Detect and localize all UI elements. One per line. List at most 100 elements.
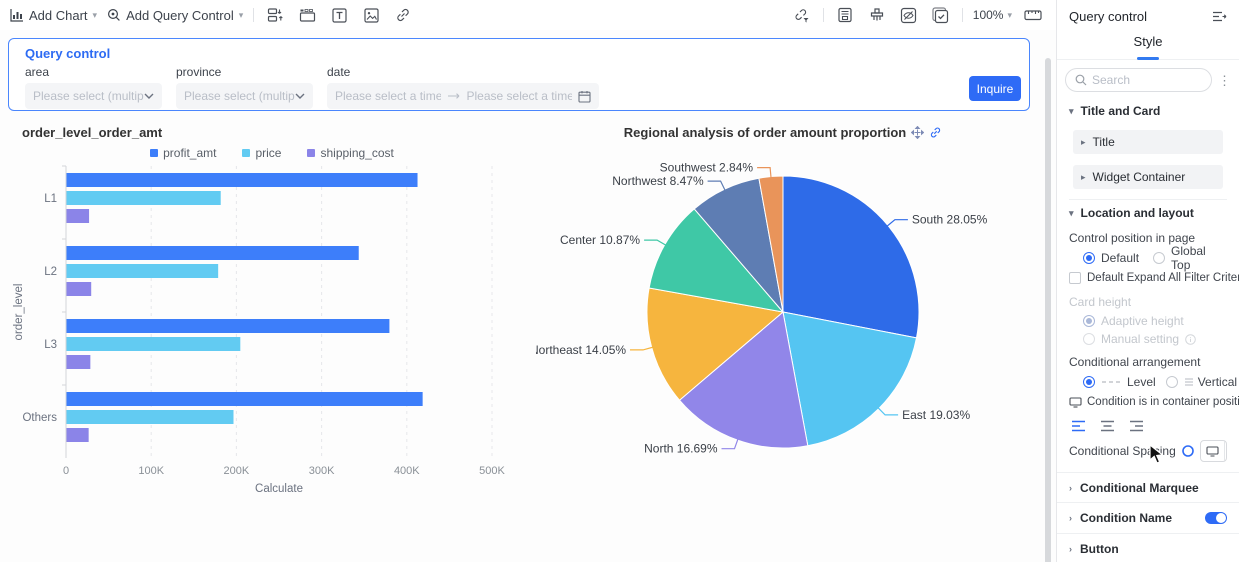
align-left-icon[interactable] xyxy=(1071,420,1086,432)
tab-block-icon[interactable] xyxy=(296,4,318,26)
tab-style[interactable]: Style xyxy=(1132,32,1165,59)
query-control-card[interactable]: Query control area Please select (multip… xyxy=(8,38,1030,111)
legend-swatch xyxy=(150,149,159,157)
zoom-level-value: 100% xyxy=(972,8,1004,22)
search-input[interactable] xyxy=(1092,73,1192,87)
image-icon[interactable] xyxy=(360,4,382,26)
svg-text:0: 0 xyxy=(63,465,69,477)
component-swap-icon[interactable] xyxy=(264,4,286,26)
arrow-right-icon xyxy=(447,92,461,100)
chevron-down-icon: ▾ xyxy=(92,9,98,20)
radio-global-top[interactable] xyxy=(1153,252,1166,264)
canvas-scrollbar[interactable] xyxy=(1045,58,1051,562)
radio-vertical[interactable] xyxy=(1165,376,1178,388)
spacing-input-group: 7 px xyxy=(1199,440,1227,462)
brush-icon[interactable] xyxy=(866,4,888,26)
section-conditional-marquee[interactable]: › Conditional Marquee xyxy=(1057,472,1239,503)
level-label: Level xyxy=(1127,375,1156,389)
svg-text:L3: L3 xyxy=(44,339,57,351)
section-condition-name[interactable]: › Condition Name xyxy=(1057,503,1239,534)
add-query-control-label: Add Query Control xyxy=(126,7,234,23)
card-height-label: Card height xyxy=(1069,295,1132,309)
monitor-icon[interactable] xyxy=(1201,441,1225,461)
section-button[interactable]: › Button xyxy=(1057,534,1239,562)
check-square-icon[interactable] xyxy=(930,4,952,26)
eye-off-icon[interactable] xyxy=(898,4,920,26)
section-location-layout[interactable]: ▾ Location and layout xyxy=(1069,200,1227,226)
date-start-placeholder: Please select a time xyxy=(335,89,441,103)
ruler-icon[interactable] xyxy=(1022,4,1044,26)
date-field-group: date Please select a time Please select … xyxy=(327,65,599,109)
magnifier-icon xyxy=(107,8,121,22)
link-icon[interactable] xyxy=(929,126,942,139)
svg-text:Northwest 8.47%: Northwest 8.47% xyxy=(612,174,704,188)
align-right-icon[interactable] xyxy=(1129,420,1144,432)
add-chart-button[interactable]: Add Chart ▾ xyxy=(10,8,97,23)
svg-text:200K: 200K xyxy=(224,465,250,477)
conditional-spacing-label: Conditional Spacing xyxy=(1069,444,1176,458)
monitor-icon xyxy=(1069,396,1082,408)
toolbar-divider xyxy=(822,8,824,22)
legend-label: shipping_cost xyxy=(320,146,394,160)
dashboard-canvas: Query control area Please select (multip… xyxy=(0,30,1056,562)
bar-chart-widget[interactable]: order_level_order_amt profit_amt price s… xyxy=(8,112,536,503)
legend-item[interactable]: profit_amt xyxy=(150,146,216,160)
radio-manual-setting[interactable] xyxy=(1083,333,1095,345)
collapse-panel-icon[interactable] xyxy=(1212,10,1227,23)
sync-icon[interactable] xyxy=(1181,444,1195,458)
legend-swatch xyxy=(307,149,316,157)
date-range-input[interactable]: Please select a time Please select a tim… xyxy=(327,83,599,109)
row-label: Widget Container xyxy=(1092,170,1186,184)
radio-level[interactable] xyxy=(1083,376,1095,388)
align-center-icon[interactable] xyxy=(1100,420,1115,432)
area-field-group: area Please select (multiple ... xyxy=(25,65,162,109)
date-label: date xyxy=(327,65,351,79)
section-title-and-card[interactable]: ▾ Title and Card xyxy=(1069,98,1227,124)
svg-text:East 19.03%: East 19.03% xyxy=(902,408,970,422)
linkage-filter-icon[interactable] xyxy=(791,4,813,26)
move-icon[interactable] xyxy=(911,126,925,139)
info-icon xyxy=(1185,333,1196,345)
svg-text:South 28.05%: South 28.05% xyxy=(912,213,988,227)
chevron-down-icon: ▾ xyxy=(1069,207,1074,218)
radio-adaptive-height[interactable] xyxy=(1083,315,1095,327)
row-title[interactable]: ▸ Title xyxy=(1073,130,1223,154)
chevron-down-icon xyxy=(144,93,154,100)
link-icon[interactable] xyxy=(392,4,414,26)
legend-item[interactable]: price xyxy=(242,146,281,160)
spacing-value-input[interactable]: 7 xyxy=(1225,441,1226,461)
section-label: Title and Card xyxy=(1080,104,1161,118)
form-settings-icon[interactable] xyxy=(834,4,856,26)
text-icon[interactable] xyxy=(328,4,350,26)
pie-chart-plot: South 28.05% East 19.03% North 16.69% North… xyxy=(530,161,988,456)
svg-text:order_level: order_level xyxy=(13,284,25,341)
section-label: Location and layout xyxy=(1080,206,1194,220)
condition-container-label: Condition is in container position xyxy=(1087,396,1239,408)
conditional-arrangement-label: Conditional arrangement xyxy=(1069,355,1201,369)
toolbar-divider xyxy=(253,8,255,22)
pie-chart-widget[interactable]: Regional analysis of order amount propor… xyxy=(530,112,1030,503)
svg-text:North 16.69%: North 16.69% xyxy=(644,442,718,456)
kebab-menu-icon[interactable]: ⋮ xyxy=(1218,74,1231,87)
search-box[interactable] xyxy=(1065,68,1212,92)
inquire-button[interactable]: Inquire xyxy=(969,76,1021,101)
default-expand-checkbox[interactable] xyxy=(1069,272,1081,284)
zoom-level-dropdown[interactable]: 100% ▾ xyxy=(973,8,1012,22)
dashboard-main: Add Chart ▾ Add Query Control ▾ 100% ▾ Q… xyxy=(0,0,1056,562)
charts-row: order_level_order_amt profit_amt price s… xyxy=(8,112,1030,503)
chevron-down-icon: ▾ xyxy=(238,9,244,20)
radio-default[interactable] xyxy=(1083,252,1095,264)
add-query-control-button[interactable]: Add Query Control ▾ xyxy=(107,8,243,23)
area-select[interactable]: Please select (multiple ... xyxy=(25,83,162,109)
chevron-right-icon: ▸ xyxy=(1081,171,1086,182)
legend-label: price xyxy=(255,146,282,160)
search-icon xyxy=(1075,74,1087,86)
legend-item[interactable]: shipping_cost xyxy=(307,146,394,160)
legend-label: profit_amt xyxy=(163,146,217,160)
svg-text:Center 10.87%: Center 10.87% xyxy=(560,233,640,247)
province-select[interactable]: Please select (multiple ... xyxy=(176,83,313,109)
condition-name-toggle-on[interactable] xyxy=(1205,512,1227,524)
query-card-title: Query control xyxy=(25,46,111,61)
row-widget-container[interactable]: ▸ Widget Container xyxy=(1073,165,1223,189)
chevron-right-icon: › xyxy=(1069,513,1072,523)
